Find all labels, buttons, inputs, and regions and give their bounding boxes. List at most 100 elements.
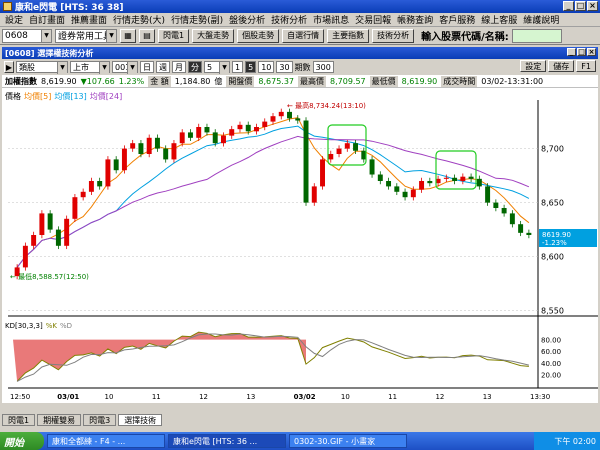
candle-body bbox=[369, 159, 375, 175]
low-value: 8,619.90 bbox=[401, 76, 438, 86]
x-tick-label: 13:30 bbox=[530, 393, 550, 401]
amount-value: 1,184.80 bbox=[174, 76, 211, 86]
grid-icon[interactable]: ▤ bbox=[139, 28, 155, 43]
candle-body bbox=[154, 137, 160, 149]
toolbar-button-stock-trend[interactable]: 個股走勢 bbox=[237, 28, 280, 43]
candle-body bbox=[163, 148, 169, 160]
x-tick-label: 11 bbox=[388, 393, 397, 401]
symbol-input[interactable] bbox=[511, 28, 562, 43]
window-title: 康和e閃電 [HTS: 36 38] bbox=[15, 3, 124, 13]
kd-legend: KD[30,3,3] %K %D bbox=[5, 322, 72, 330]
range-10[interactable]: 10 bbox=[258, 61, 275, 73]
menu-market-news[interactable]: 市場訊息 bbox=[310, 13, 352, 26]
candle-body bbox=[212, 132, 218, 144]
menu-customer-service[interactable]: 客戶服務 bbox=[436, 13, 478, 26]
app-icon bbox=[3, 2, 12, 11]
candle-body bbox=[311, 186, 317, 203]
chevron-down-icon: ▼ bbox=[57, 62, 67, 74]
bottom-tab-options-tech[interactable]: 選擇技術 bbox=[118, 414, 163, 426]
tool-select-value: 證券常用工具 bbox=[58, 32, 113, 42]
x-tick-label: 10 bbox=[105, 393, 114, 401]
toolbar-button-watchlist[interactable]: 自選行情 bbox=[282, 28, 325, 43]
high-value: 8,709.57 bbox=[330, 76, 366, 86]
toolbar-button-technical[interactable]: 技術分析 bbox=[372, 28, 415, 43]
legend-ma13: 均價[13] bbox=[54, 92, 87, 101]
play-icon[interactable]: ▶ bbox=[4, 61, 14, 73]
menu-recommended-screen[interactable]: 推薦畫面 bbox=[68, 13, 110, 26]
chevron-down-icon: ▼ bbox=[219, 62, 229, 74]
low-label: 最低價 bbox=[369, 75, 398, 87]
market-combo[interactable]: 上市 ▼ bbox=[70, 61, 110, 74]
symbol-label: 輸入股票代碼/名稱: bbox=[421, 32, 509, 43]
candle-body bbox=[229, 129, 235, 136]
period-tab-minute[interactable]: 分 bbox=[188, 61, 202, 73]
low-annotation: ← 最低8,588.57(12:50) bbox=[10, 272, 89, 281]
candle-body bbox=[493, 202, 499, 208]
bars-input[interactable]: 300 bbox=[312, 61, 334, 73]
candle-body bbox=[419, 181, 425, 190]
settings-button[interactable]: 設定 bbox=[520, 60, 547, 72]
menu-custom-screen[interactable]: 自訂畫面 bbox=[26, 13, 68, 26]
kd-label: KD[30,3,3] bbox=[5, 322, 43, 330]
range-1[interactable]: 1 bbox=[232, 61, 244, 73]
close-button[interactable]: × bbox=[587, 1, 598, 11]
menu-quotes-sub[interactable]: 行情走勢(副) bbox=[168, 13, 226, 26]
chart-panel[interactable]: 8,700 8,650 8,600 8,550 ← 最高8,734.24(13:10) ←… bbox=[2, 88, 598, 403]
amount-label: 金 額 bbox=[148, 75, 171, 87]
menu-account[interactable]: 帳務查詢 bbox=[394, 13, 436, 26]
task-item-3[interactable]: 0302-30.GIF - 小畫家 bbox=[289, 434, 407, 448]
screen-code-combo[interactable]: 0608 ▼ bbox=[2, 28, 52, 43]
menu-after-hours[interactable]: 盤後分析 bbox=[226, 13, 268, 26]
highlight-box bbox=[435, 150, 477, 190]
subwindow-maximize-button[interactable]: □ bbox=[577, 48, 586, 56]
bottom-tab-futures[interactable]: 期權雙易 bbox=[37, 414, 82, 426]
minimize-button[interactable]: _ bbox=[563, 1, 574, 11]
candle-body bbox=[245, 124, 251, 132]
x-tick-label: 12:50 bbox=[10, 393, 30, 401]
range-30[interactable]: 30 bbox=[276, 61, 293, 73]
task-item-1[interactable]: 康和全都練 - F4 - ... bbox=[47, 434, 165, 448]
legend-price: 價格 bbox=[5, 92, 21, 101]
bottom-tab-flash1[interactable]: 閃電1 bbox=[2, 414, 36, 426]
category-combo[interactable]: 類股 ▼ bbox=[16, 61, 68, 74]
task-item-2[interactable]: 康和e閃電 [HTS: 36 ... bbox=[168, 434, 286, 448]
toolbar-button-market-trend[interactable]: 大盤走勢 bbox=[192, 28, 235, 43]
ma24-line bbox=[16, 135, 530, 268]
bottom-tab-flash3[interactable]: 閃電3 bbox=[83, 414, 117, 426]
kd-tick-label: 80.00 bbox=[541, 337, 561, 345]
kd-d-label: %D bbox=[59, 322, 73, 330]
candle-body bbox=[64, 218, 70, 246]
menu-technical[interactable]: 技術分析 bbox=[268, 13, 310, 26]
candle-body bbox=[320, 159, 325, 187]
save-button[interactable]: 儲存 bbox=[548, 60, 575, 72]
subwindow-close-button[interactable]: × bbox=[587, 48, 596, 56]
interval-combo[interactable]: 5 ▼ bbox=[204, 61, 230, 74]
help-button[interactable]: F1 bbox=[576, 60, 596, 72]
menu-maintenance[interactable]: 維護說明 bbox=[520, 13, 562, 26]
code-combo[interactable]: 001 ▼ bbox=[112, 61, 138, 74]
toolbar-button-flash1[interactable]: 閃電1 bbox=[158, 28, 190, 43]
candle-body bbox=[39, 213, 45, 235]
period-tab-week[interactable]: 週 bbox=[156, 61, 170, 73]
menu-settings[interactable]: 設定 bbox=[2, 13, 26, 26]
calculator-icon[interactable]: ▦ bbox=[120, 28, 136, 43]
tool-select[interactable]: 證券常用工具 ▼ bbox=[55, 28, 117, 43]
start-button[interactable]: 開始 bbox=[0, 432, 44, 450]
market-value: 上市 bbox=[73, 62, 89, 72]
subwindow-minimize-button[interactable]: _ bbox=[567, 48, 576, 56]
system-tray: 下午 02:00 bbox=[534, 432, 600, 450]
menu-online-support[interactable]: 線上客服 bbox=[478, 13, 520, 26]
toolbar-button-indices[interactable]: 主要指數 bbox=[327, 28, 370, 43]
period-tab-month[interactable]: 月 bbox=[172, 61, 186, 73]
bars-label: 期數 bbox=[294, 62, 311, 72]
chart-controls: ▶ 類股 ▼ 上市 ▼ 001 ▼ 日 週 月 分 5 ▼ 1 5 10 30 … bbox=[2, 60, 598, 74]
x-tick-label: 03/02 bbox=[294, 393, 316, 401]
range-5[interactable]: 5 bbox=[245, 61, 257, 73]
menu-trade-report[interactable]: 交易回報 bbox=[352, 13, 394, 26]
candle-body bbox=[328, 154, 334, 160]
period-tab-day[interactable]: 日 bbox=[140, 61, 154, 73]
menu-quotes-main[interactable]: 行情走勢(大) bbox=[110, 13, 168, 26]
price-tick-label: 8,600 bbox=[541, 253, 564, 262]
price-chart[interactable]: 8,700 8,650 8,600 8,550 ← 最高8,734.24(13:10) ←… bbox=[2, 88, 598, 403]
maximize-button[interactable]: □ bbox=[575, 1, 586, 11]
